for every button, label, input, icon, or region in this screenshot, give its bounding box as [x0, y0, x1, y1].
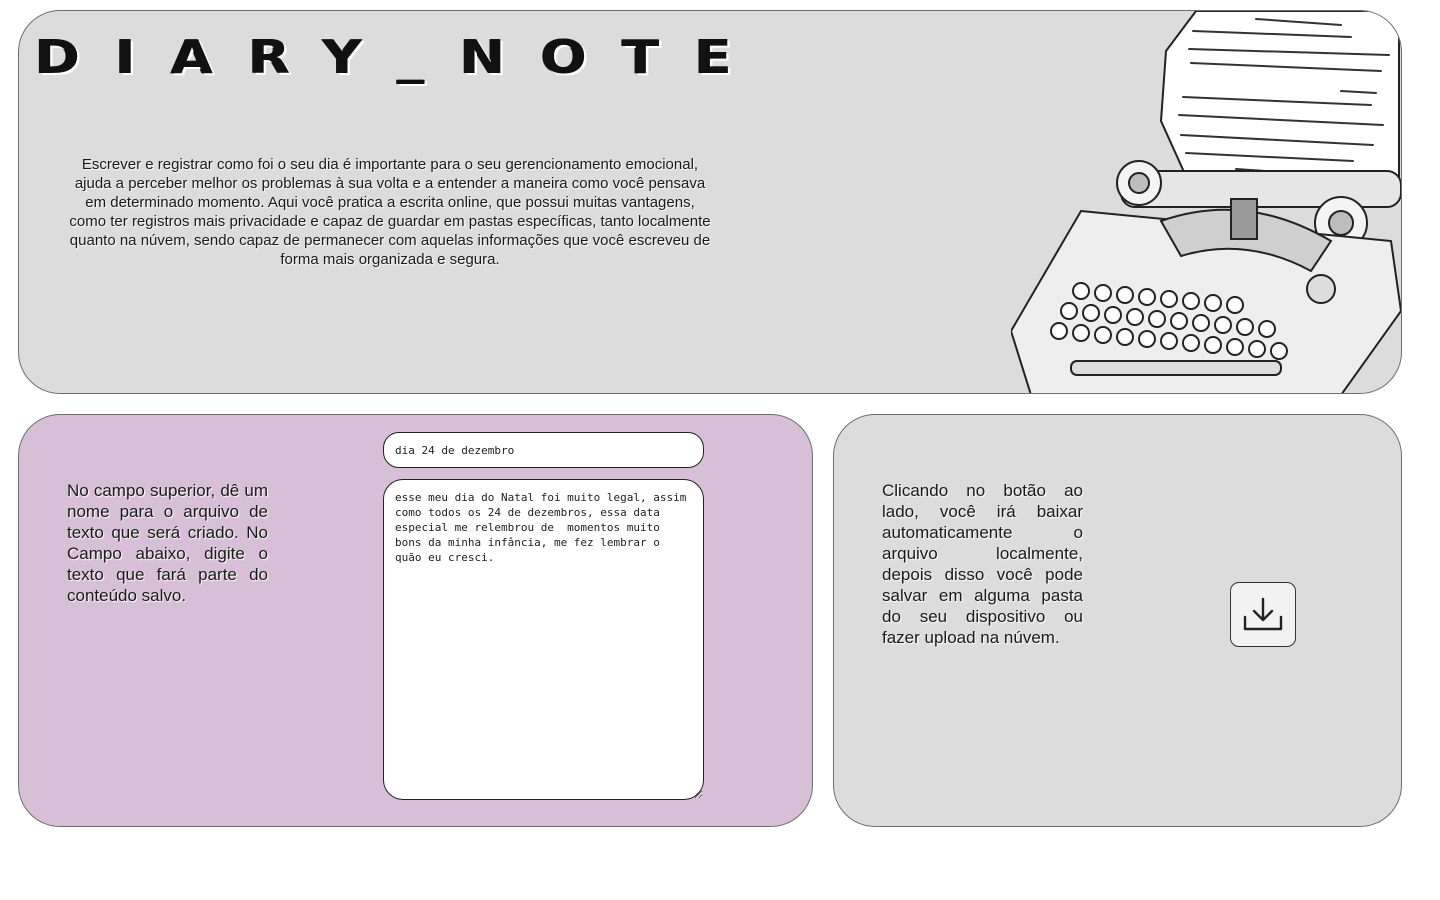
editor-card: No campo superior, dê um nome para o arq…: [18, 414, 813, 827]
editor-instructions: No campo superior, dê um nome para o arq…: [67, 481, 268, 605]
content-textarea[interactable]: esse meu dia do Natal foi muito legal, a…: [383, 479, 704, 800]
hero-card: DIARY_NOTE Escrever e registrar como foi…: [18, 10, 1402, 394]
page-title: DIARY_NOTE: [35, 30, 768, 84]
hero-description: Escrever e registrar como foi o seu dia …: [69, 156, 711, 268]
typewriter-icon: [1011, 11, 1401, 393]
download-instructions: Clicando no botão ao lado, você irá baix…: [882, 481, 1083, 647]
download-button[interactable]: [1230, 582, 1296, 647]
filename-input[interactable]: [383, 432, 704, 468]
download-card: Clicando no botão ao lado, você irá baix…: [833, 414, 1402, 827]
download-icon: [1243, 597, 1283, 630]
